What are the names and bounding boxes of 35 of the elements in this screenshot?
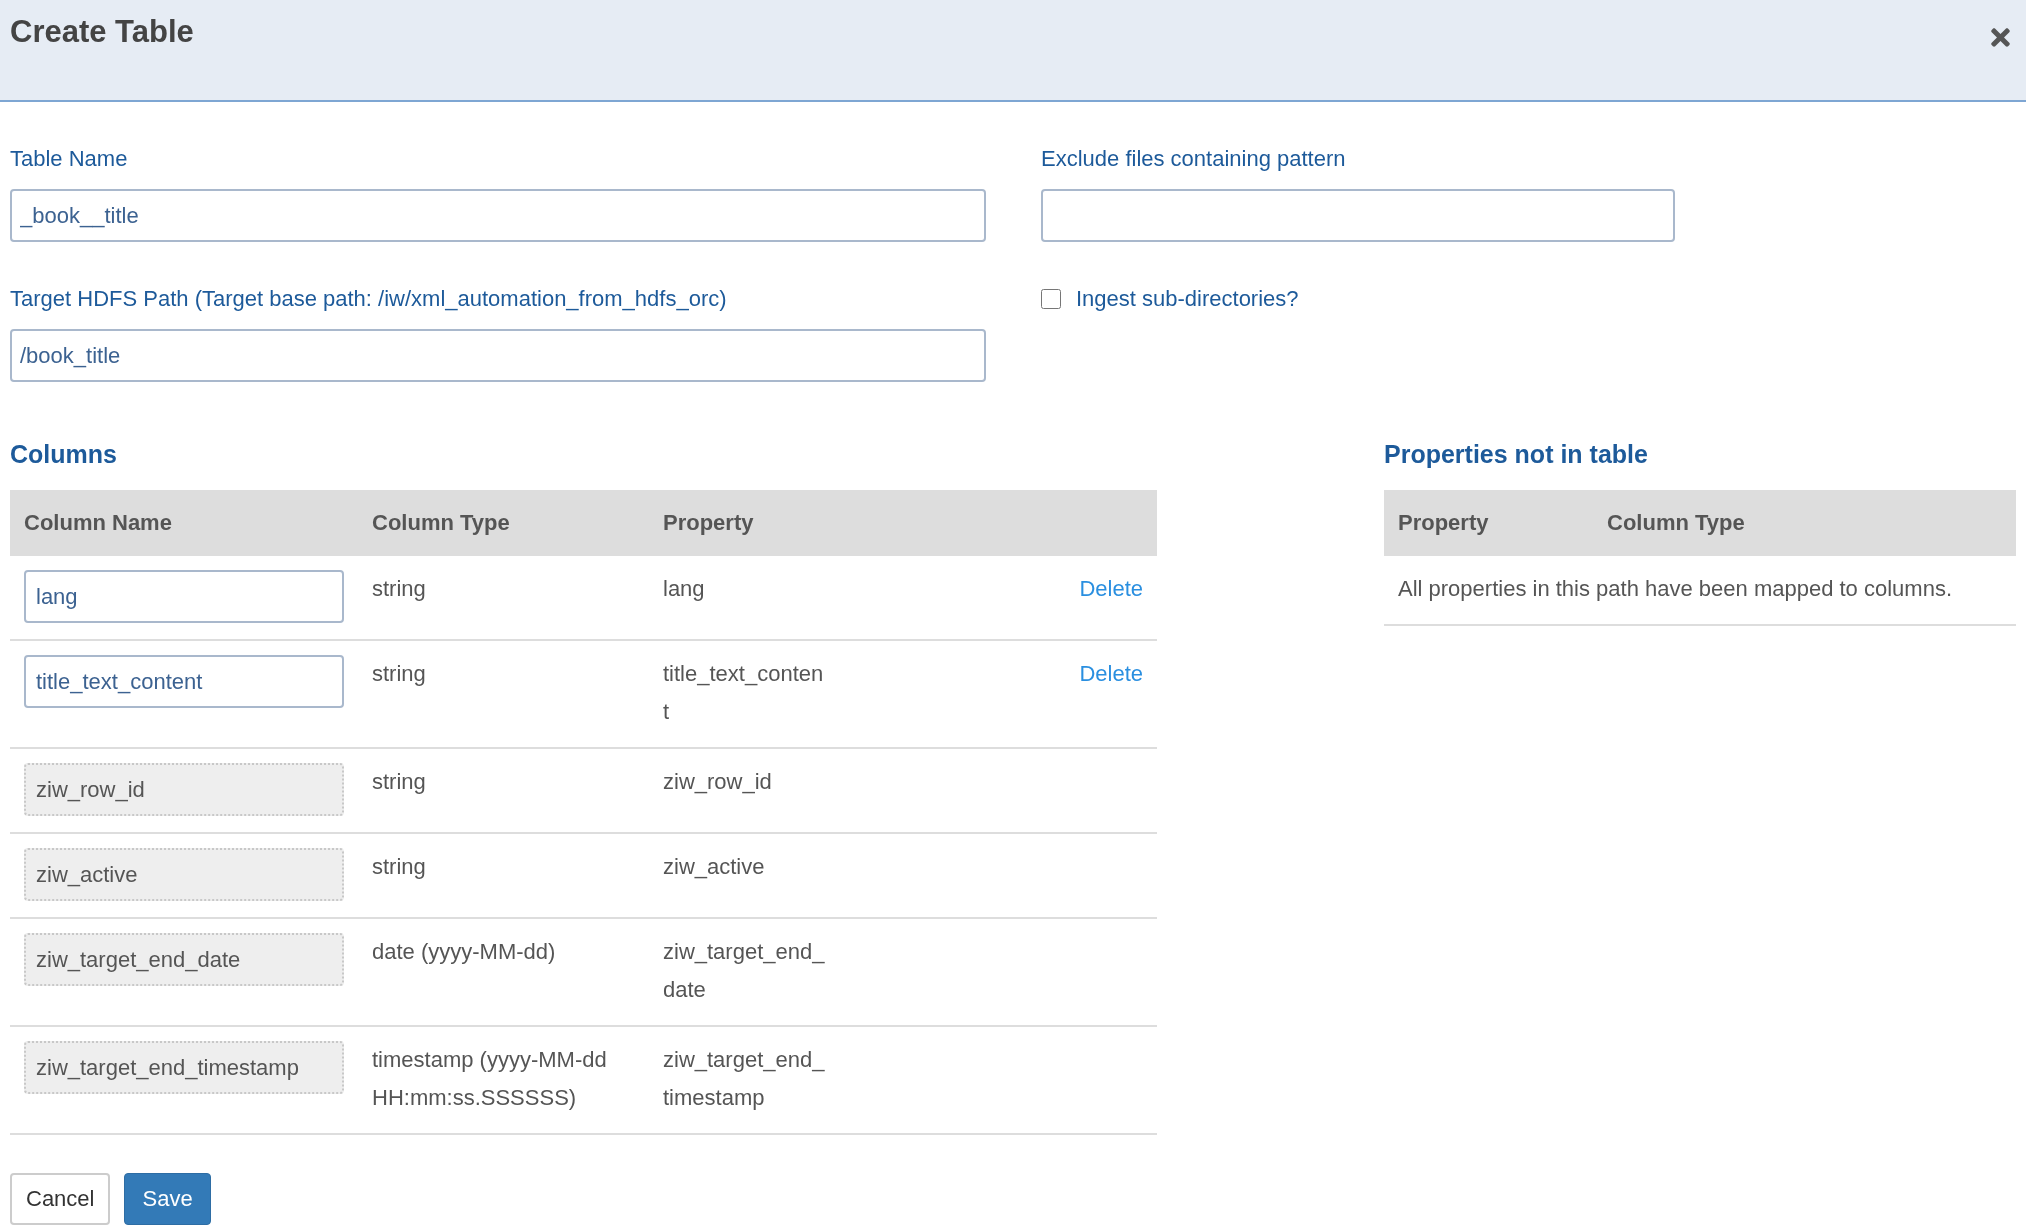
property-name: title_text_content: [663, 660, 825, 726]
ingest-checkbox[interactable]: [1041, 289, 1061, 309]
column-type: date (yyyy-MM-dd): [372, 938, 557, 966]
field-label: Table Name: [10, 147, 129, 171]
property-name: ziw_target_end_date: [663, 938, 826, 1004]
property-name: lang: [663, 575, 706, 603]
property-name: ziw_target_end_timestamp: [663, 1046, 826, 1112]
column-type: string: [372, 768, 427, 796]
checkbox-label: Ingest sub-directories?: [1076, 287, 1299, 311]
column-header: Property: [1384, 490, 1593, 556]
delete-link[interactable]: Delete: [1079, 570, 1143, 608]
column-name-field[interactable]: lang: [24, 570, 344, 623]
field-label: Exclude files containing pattern: [1041, 147, 1347, 171]
column-type: string: [372, 660, 427, 688]
save-button[interactable]: Save: [124, 1173, 211, 1225]
field-label: Target HDFS Path (Target base path: /iw/xml_automation_from_hdfs_orc): [10, 287, 728, 311]
cancel-button[interactable]: Cancel: [10, 1173, 111, 1225]
column-type: string: [372, 575, 427, 603]
column-header: Column Name: [10, 490, 358, 556]
property-name: ziw_active: [663, 853, 766, 881]
dialog-title: Create Table: [10, 14, 194, 50]
column-header: Column Type: [1593, 490, 2016, 556]
property-name: ziw_row_id: [663, 768, 773, 796]
column-type: timestamp (yyyy-MM-dd HH:mm:ss.SSSSSS): [372, 1046, 608, 1112]
column-header: Column Type: [358, 490, 649, 556]
column-type: string: [372, 853, 427, 881]
table-name-field[interactable]: _book__title: [10, 189, 986, 242]
exclude-pattern-field[interactable]: [1041, 189, 1675, 242]
empty-message: All properties in this path have been mapped to columns.: [1384, 556, 2016, 625]
column-header: Property: [649, 490, 1157, 556]
column-name-field[interactable]: title_text_content: [24, 655, 344, 708]
target-path-field[interactable]: /book_title: [10, 329, 986, 382]
section-title: Properties not in table: [1384, 440, 1649, 468]
delete-link[interactable]: Delete: [1079, 655, 1143, 693]
section-title: Columns: [10, 440, 118, 468]
